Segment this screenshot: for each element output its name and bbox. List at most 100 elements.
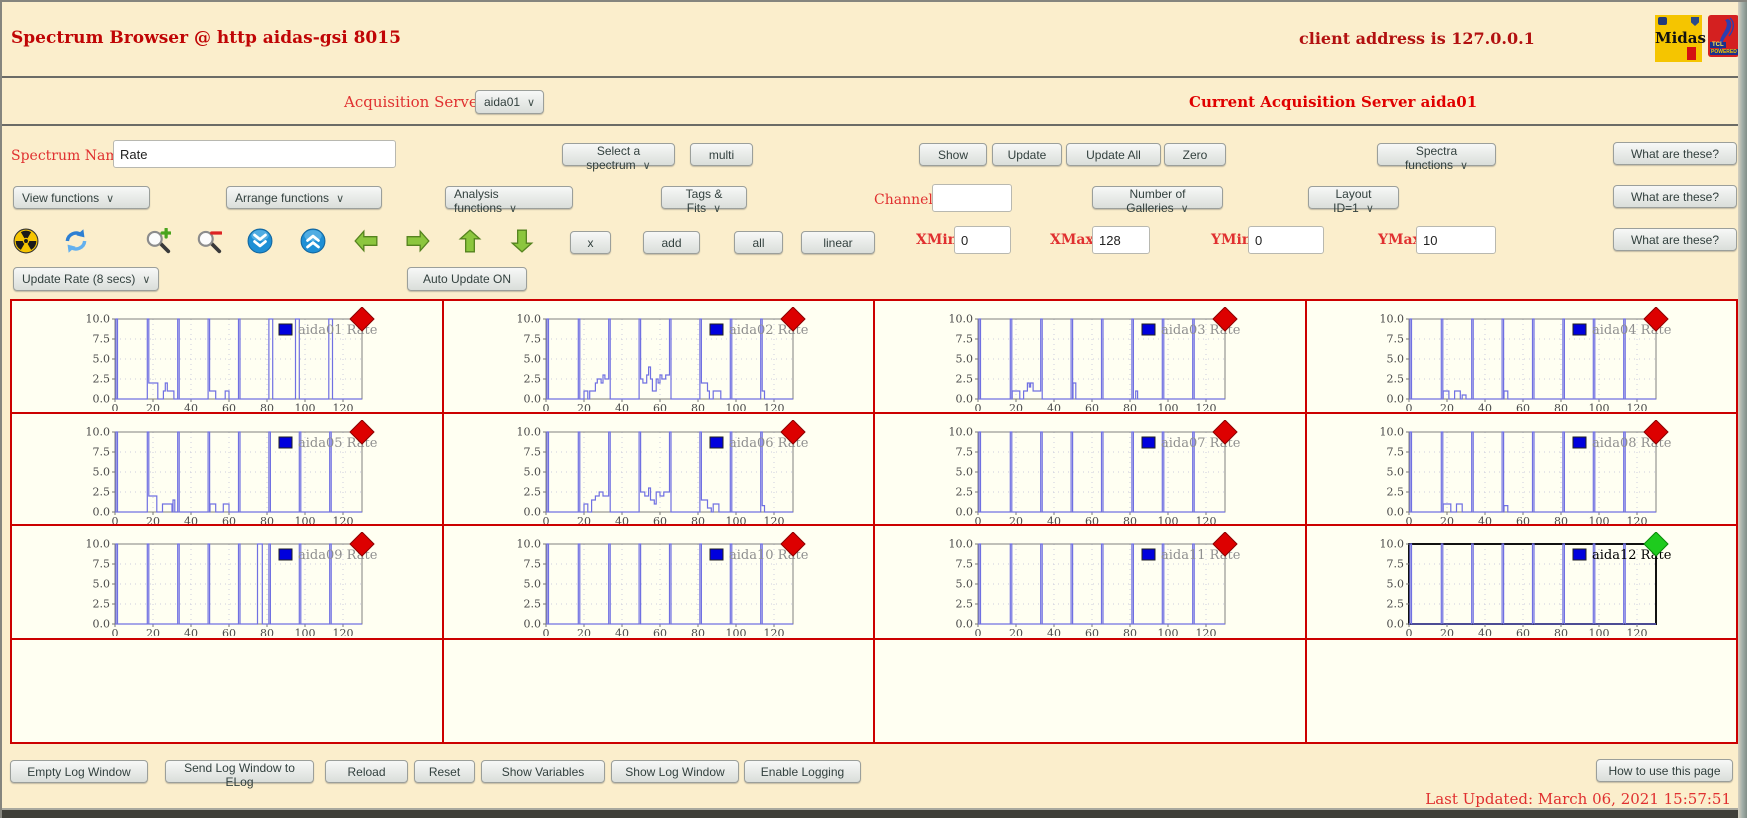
what-are-these-button-3[interactable]: What are these? xyxy=(1613,228,1737,251)
scroll-down-icon[interactable] xyxy=(247,228,273,254)
spectrum-chart-aida05[interactable]: 0 20 40 60 80 100 120 0.0 2.5 5.0 7.5 10.0 aida05 Ra… xyxy=(77,419,377,529)
spectra-functions-dropdown[interactable]: Spectra functions xyxy=(1377,143,1496,172)
spectrum-chart-aida01[interactable]: 0 20 40 60 80 100 120 0.0 2.5 5.0 7.5 10.0 aida01 Ra… xyxy=(77,306,377,416)
svg-text:10.0: 10.0 xyxy=(948,538,973,551)
send-log-to-elog-button[interactable]: Send Log Window to ELog xyxy=(165,760,314,789)
spectrum-chart-aida09[interactable]: 0 20 40 60 80 100 120 0.0 2.5 5.0 7.5 10.0 aida09 Ra… xyxy=(77,531,377,641)
reset-button[interactable]: Reset xyxy=(414,760,475,783)
what-are-these-button-2[interactable]: What are these? xyxy=(1613,185,1737,208)
svg-text:20: 20 xyxy=(577,402,591,411)
svg-text:10.0: 10.0 xyxy=(948,313,973,326)
svg-text:40: 40 xyxy=(1478,402,1492,411)
spectrum-chart-aida04[interactable]: 0 20 40 60 80 100 120 0.0 2.5 5.0 7.5 10.0 aida04 Ra… xyxy=(1371,306,1672,416)
svg-text:120: 120 xyxy=(764,627,785,636)
gallery-cell-aida01: 0 20 40 60 80 100 120 0.0 2.5 5.0 7.5 10.0 aida01 Ra… xyxy=(12,301,442,415)
svg-text:120: 120 xyxy=(764,402,785,411)
svg-text:60: 60 xyxy=(653,402,667,411)
update-rate-dropdown[interactable]: Update Rate (8 secs) xyxy=(13,267,160,291)
show-variables-button[interactable]: Show Variables xyxy=(481,760,605,783)
arrow-down-icon[interactable] xyxy=(509,228,535,254)
spectrum-chart-aida11[interactable]: 0 20 40 60 80 100 120 0.0 2.5 5.0 7.5 10.0 aida11 Ra… xyxy=(940,531,1240,641)
what-are-these-button-1[interactable]: What are these? xyxy=(1613,142,1737,165)
zero-button[interactable]: Zero xyxy=(1164,143,1226,166)
svg-text:120: 120 xyxy=(332,627,353,636)
svg-text:10.0: 10.0 xyxy=(85,538,110,551)
auto-update-button[interactable]: Auto Update ON xyxy=(407,267,527,291)
channel-label: Channel: xyxy=(874,192,938,208)
multi-button[interactable]: multi xyxy=(690,143,753,166)
svg-text:100: 100 xyxy=(1157,402,1178,411)
update-all-button[interactable]: Update All xyxy=(1066,143,1161,166)
ymax-input[interactable] xyxy=(1416,226,1496,254)
spectrum-chart-aida03[interactable]: 0 20 40 60 80 100 120 0.0 2.5 5.0 7.5 10.0 aida03 Ra… xyxy=(940,306,1240,416)
gallery-cell-empty xyxy=(443,640,873,742)
svg-text:0: 0 xyxy=(1406,515,1413,524)
svg-text:40: 40 xyxy=(1478,627,1492,636)
channel-input[interactable] xyxy=(932,184,1012,212)
spectrum-chart-aida07[interactable]: 0 20 40 60 80 100 120 0.0 2.5 5.0 7.5 10.0 aida07 Ra… xyxy=(940,419,1240,529)
gallery-cell-empty xyxy=(875,640,1305,742)
linear-button[interactable]: linear xyxy=(801,231,875,254)
svg-text:10.0: 10.0 xyxy=(1380,313,1405,326)
empty-log-window-button[interactable]: Empty Log Window xyxy=(10,760,148,783)
view-functions-dropdown[interactable]: View functions xyxy=(13,186,150,209)
spectrum-name-input[interactable] xyxy=(113,140,396,168)
svg-text:60: 60 xyxy=(222,515,236,524)
spectrum-chart-aida10[interactable]: 0 20 40 60 80 100 120 0.0 2.5 5.0 7.5 10.0 aida10 Ra… xyxy=(508,531,809,641)
svg-text:100: 100 xyxy=(726,402,747,411)
x-axis-button[interactable]: x xyxy=(570,231,611,254)
zoom-in-icon[interactable] xyxy=(145,228,171,254)
zoom-out-icon[interactable] xyxy=(196,228,222,254)
how-to-use-button[interactable]: How to use this page xyxy=(1596,759,1733,782)
svg-text:0.0: 0.0 xyxy=(1387,618,1405,631)
add-button[interactable]: add xyxy=(643,231,700,254)
scroll-up-icon[interactable] xyxy=(300,228,326,254)
acquisition-divider xyxy=(2,124,1738,126)
svg-text:0: 0 xyxy=(1406,402,1413,411)
arrange-functions-dropdown[interactable]: Arrange functions xyxy=(226,186,382,209)
reload-button[interactable]: Reload xyxy=(325,760,408,783)
analysis-functions-dropdown[interactable]: Analysis functions xyxy=(445,186,573,215)
svg-text:10.0: 10.0 xyxy=(1380,538,1405,551)
spectrum-chart-aida02[interactable]: 0 20 40 60 80 100 120 0.0 2.5 5.0 7.5 10.0 aida02 Ra… xyxy=(508,306,809,416)
svg-text:120: 120 xyxy=(1195,402,1216,411)
header-divider xyxy=(2,76,1738,78)
gallery-cell-aida03: 0 20 40 60 80 100 120 0.0 2.5 5.0 7.5 10.0 aida03 Ra… xyxy=(875,301,1305,415)
svg-text:60: 60 xyxy=(1516,627,1530,636)
svg-text:40: 40 xyxy=(184,627,198,636)
tags-fits-dropdown[interactable]: Tags & Fits xyxy=(661,186,747,215)
spectrum-chart-aida08[interactable]: 0 20 40 60 80 100 120 0.0 2.5 5.0 7.5 10.0 aida08 Ra… xyxy=(1371,419,1672,529)
arrow-left-icon[interactable] xyxy=(353,228,379,254)
xmax-input[interactable] xyxy=(1092,226,1150,254)
svg-text:40: 40 xyxy=(615,515,629,524)
svg-text:120: 120 xyxy=(764,515,785,524)
midas-shield-icon xyxy=(1691,17,1699,26)
update-button[interactable]: Update xyxy=(992,143,1062,166)
spectrum-chart-aida12[interactable]: 0 20 40 60 80 100 120 0.0 2.5 5.0 7.5 10.0 aida12 Ra… xyxy=(1371,531,1672,641)
svg-text:120: 120 xyxy=(332,402,353,411)
arrow-up-icon[interactable] xyxy=(457,228,483,254)
xmin-input[interactable] xyxy=(954,226,1011,254)
ymin-input[interactable] xyxy=(1248,226,1324,254)
radioactive-icon[interactable] xyxy=(13,228,39,254)
show-log-window-button[interactable]: Show Log Window xyxy=(611,760,739,783)
svg-text:120: 120 xyxy=(1627,627,1648,636)
refresh-icon[interactable] xyxy=(63,228,89,254)
number-of-galleries-dropdown[interactable]: Number of Galleries xyxy=(1092,186,1223,215)
svg-text:40: 40 xyxy=(615,402,629,411)
enable-logging-button[interactable]: Enable Logging xyxy=(744,760,861,783)
show-button[interactable]: Show xyxy=(919,143,987,166)
svg-text:10.0: 10.0 xyxy=(85,426,110,439)
svg-text:0: 0 xyxy=(543,515,550,524)
spectra-gallery-grid: 0 20 40 60 80 100 120 0.0 2.5 5.0 7.5 10.0 aida01 Ra… xyxy=(10,299,1738,744)
spectrum-chart-aida06[interactable]: 0 20 40 60 80 100 120 0.0 2.5 5.0 7.5 10.0 aida06 Ra… xyxy=(508,419,809,529)
select-spectrum-dropdown[interactable]: Select a spectrum xyxy=(562,143,675,172)
svg-text:120: 120 xyxy=(1195,627,1216,636)
layout-id-dropdown[interactable]: Layout ID=1 xyxy=(1308,186,1399,215)
acquisition-server-select[interactable]: aida01 xyxy=(475,90,545,114)
all-button[interactable]: all xyxy=(734,231,783,254)
arrow-right-icon[interactable] xyxy=(405,228,431,254)
svg-text:20: 20 xyxy=(146,515,160,524)
svg-text:5.0: 5.0 xyxy=(1387,578,1405,591)
midas-stamp-icon xyxy=(1687,47,1696,60)
